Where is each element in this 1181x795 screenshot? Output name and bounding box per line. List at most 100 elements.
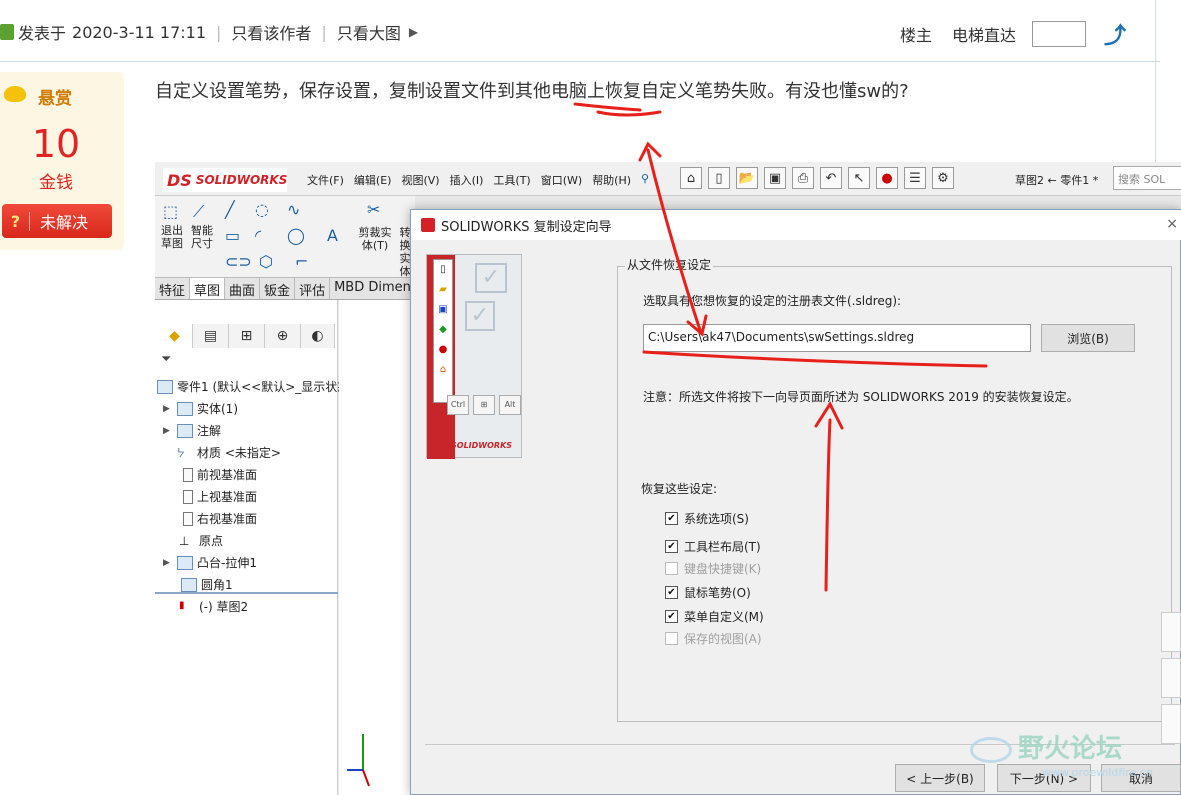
forum-post-page: 发表于 2020-3-11 17:11 | 只看该作者 | 只看大图 ▶ 楼主 … xyxy=(0,0,1181,795)
tree-item-part[interactable]: 零件1 (默认<<默认>_显示状态 xyxy=(157,378,349,395)
menu-view[interactable]: 视图(V) xyxy=(401,172,439,188)
tab-sheet-metal[interactable]: 钣金 xyxy=(260,278,296,299)
dimxpert-tab-icon[interactable]: ⊕ xyxy=(265,324,301,348)
text-icon[interactable]: A xyxy=(327,226,338,245)
sketch-icon: ▮ xyxy=(179,599,185,611)
expand-icon[interactable]: ▶ xyxy=(163,404,173,414)
tree-item-label: 实体(1) xyxy=(197,402,238,416)
undo-icon[interactable]: ↶ xyxy=(820,167,842,189)
author-only-link[interactable]: 只看该作者 xyxy=(231,20,311,44)
slot-icon[interactable]: ⊂⊃ xyxy=(225,252,252,271)
smart-dimension-button[interactable]: 智能尺寸 xyxy=(189,224,215,250)
checkbox-menu-customization[interactable]: ✔ 菜单自定义(M) xyxy=(665,608,764,625)
rectangle-icon[interactable]: ▭ xyxy=(225,226,240,245)
display-manager-tab-icon[interactable]: ◐ xyxy=(301,324,335,348)
tab-surfaces[interactable]: 曲面 xyxy=(225,278,261,299)
side-tool-button[interactable] xyxy=(1161,704,1181,744)
tree-item-fillet[interactable]: 圆角1 xyxy=(181,576,233,593)
tree-item-right-plane[interactable]: 右视基准面 xyxy=(183,510,257,527)
rollback-bar[interactable] xyxy=(155,592,338,594)
filter-icon[interactable]: ⏷ xyxy=(161,352,171,367)
floor-jump-input[interactable] xyxy=(1031,21,1086,47)
triangle-right-icon[interactable]: ▶ xyxy=(409,25,418,39)
checkbox-label: 系统选项(S) xyxy=(684,512,749,526)
tree-item-sketch2[interactable]: ▮ (-) 草图2 xyxy=(179,598,248,615)
settings-file-path-input[interactable]: C:\Users\ak47\Documents\swSettings.sldre… xyxy=(643,324,1031,352)
menu-file[interactable]: 文件(F) xyxy=(307,172,344,188)
checkbox-system-options[interactable]: ✔ 系统选项(S) xyxy=(665,510,749,527)
property-manager-tab-icon[interactable]: ▤ xyxy=(193,324,229,348)
solidworks-logo: DS SOLIDWORKS xyxy=(163,168,287,192)
back-button[interactable]: < 上一步(B) xyxy=(895,764,985,792)
menu-window[interactable]: 窗口(W) xyxy=(541,172,582,188)
close-icon[interactable]: × xyxy=(1166,216,1178,232)
menu-tools[interactable]: 工具(T) xyxy=(493,172,530,188)
tree-item-solid-bodies[interactable]: ▶ 实体(1) xyxy=(163,400,238,417)
open-icon[interactable]: 📂 xyxy=(736,167,758,189)
status-badge: ? 未解决 xyxy=(2,204,112,238)
trim-icon[interactable]: ✂ xyxy=(367,200,380,219)
configuration-manager-tab-icon[interactable]: ⊞ xyxy=(229,324,265,348)
select-icon[interactable]: ↖ xyxy=(848,167,870,189)
checkbox-box[interactable]: ✔ xyxy=(665,586,678,599)
print-icon[interactable]: ⎙ xyxy=(792,167,814,189)
tab-evaluate[interactable]: 评估 xyxy=(295,278,331,299)
options-icon: ⌂ xyxy=(439,364,447,375)
feature-manager-tab-icon[interactable]: ◆ xyxy=(157,324,193,348)
jump-arrow-icon[interactable]: ⤴ xyxy=(1104,18,1126,50)
restore-settings-label: 恢复这些设定: xyxy=(641,482,718,496)
ellipse-icon[interactable]: ◯ xyxy=(287,226,305,245)
menu-help[interactable]: 帮助(H) xyxy=(592,172,631,188)
ctrl-key-icon: Ctrl xyxy=(447,395,469,415)
circle-icon[interactable]: ◌ xyxy=(255,200,269,219)
checkbox-toolbar-layout[interactable]: ✔ 工具栏布局(T) xyxy=(665,538,761,555)
line-icon[interactable]: ╱ xyxy=(225,200,235,219)
home-icon[interactable]: ⌂ xyxy=(680,167,702,189)
menu-edit[interactable]: 编辑(E) xyxy=(354,172,392,188)
expand-icon[interactable]: ▶ xyxy=(163,426,173,436)
tree-item-extrude[interactable]: ▶ 凸台-拉伸1 xyxy=(163,554,257,571)
save-icon[interactable]: ▣ xyxy=(764,167,786,189)
arc-icon[interactable]: ◜ xyxy=(255,226,261,245)
expand-icon[interactable]: ▶ xyxy=(163,558,173,568)
tree-item-annotations[interactable]: ▶ 注解 xyxy=(163,422,221,439)
options-gear-icon[interactable]: ⚙ xyxy=(932,167,954,189)
tab-mbd-dimensions[interactable]: MBD Dimen xyxy=(330,278,416,299)
checkbox-box[interactable]: ✔ xyxy=(665,610,678,623)
fillet-sketch-icon[interactable]: ⌐ xyxy=(295,252,308,271)
tree-item-material[interactable]: ᔭ 材质 <未指定> xyxy=(177,444,281,461)
pin-icon[interactable]: ⚲ xyxy=(641,172,649,188)
tab-sketch[interactable]: 草图 xyxy=(190,278,226,299)
graphics-area[interactable] xyxy=(339,300,419,795)
side-tool-button[interactable] xyxy=(1161,612,1181,652)
browse-button[interactable]: 浏览(B) xyxy=(1041,324,1135,352)
polygon-icon[interactable]: ⬡ xyxy=(259,252,273,271)
images-only-link[interactable]: 只看大图 xyxy=(337,20,401,44)
open-folder-icon: ▰ xyxy=(439,284,447,295)
tree-item-top-plane[interactable]: 上视基准面 xyxy=(183,488,257,505)
tree-item-label: 零件1 (默认<<默认>_显示状态 xyxy=(177,380,350,394)
checkbox-mouse-gestures[interactable]: ✔ 鼠标笔势(O) xyxy=(665,584,751,601)
file-properties-icon[interactable]: ☰ xyxy=(904,167,926,189)
tree-item-origin[interactable]: ⊥ 原点 xyxy=(179,532,223,549)
menu-insert[interactable]: 插入(I) xyxy=(450,172,484,188)
checkbox-saved-views: 保存的视图(A) xyxy=(665,630,762,647)
new-document-icon[interactable]: ▯ xyxy=(708,167,730,189)
exit-sketch-button[interactable]: 退出草图 xyxy=(159,224,185,250)
spline-icon[interactable]: ∿ xyxy=(287,200,300,219)
exit-sketch-icon[interactable]: ⬚ xyxy=(163,202,178,221)
checkbox-box[interactable]: ✔ xyxy=(665,540,678,553)
tab-features[interactable]: 特征 xyxy=(155,278,191,299)
tree-item-front-plane[interactable]: 前视基准面 xyxy=(183,466,257,483)
wizard-side-image: ▯ ▰ ▣ ◆ ● ⌂ ✓ ✓ Ctrl ⊞ Alt SOLIDWORKS xyxy=(426,254,522,459)
floor-label: 楼主 xyxy=(899,26,932,45)
plane-icon xyxy=(183,511,193,526)
trim-entities-button[interactable]: 剪裁实体(T) xyxy=(355,226,395,252)
checkbox-box[interactable]: ✔ xyxy=(665,512,678,525)
tree-item-label: 材质 <未指定> xyxy=(197,446,281,460)
smart-dimension-icon[interactable]: ⟋ xyxy=(193,202,204,222)
plane-icon xyxy=(183,467,193,482)
rebuild-icon[interactable]: ● xyxy=(876,167,898,189)
sw-search-input[interactable]: 搜索 SOL xyxy=(1113,166,1181,190)
side-tool-button[interactable] xyxy=(1161,658,1181,698)
